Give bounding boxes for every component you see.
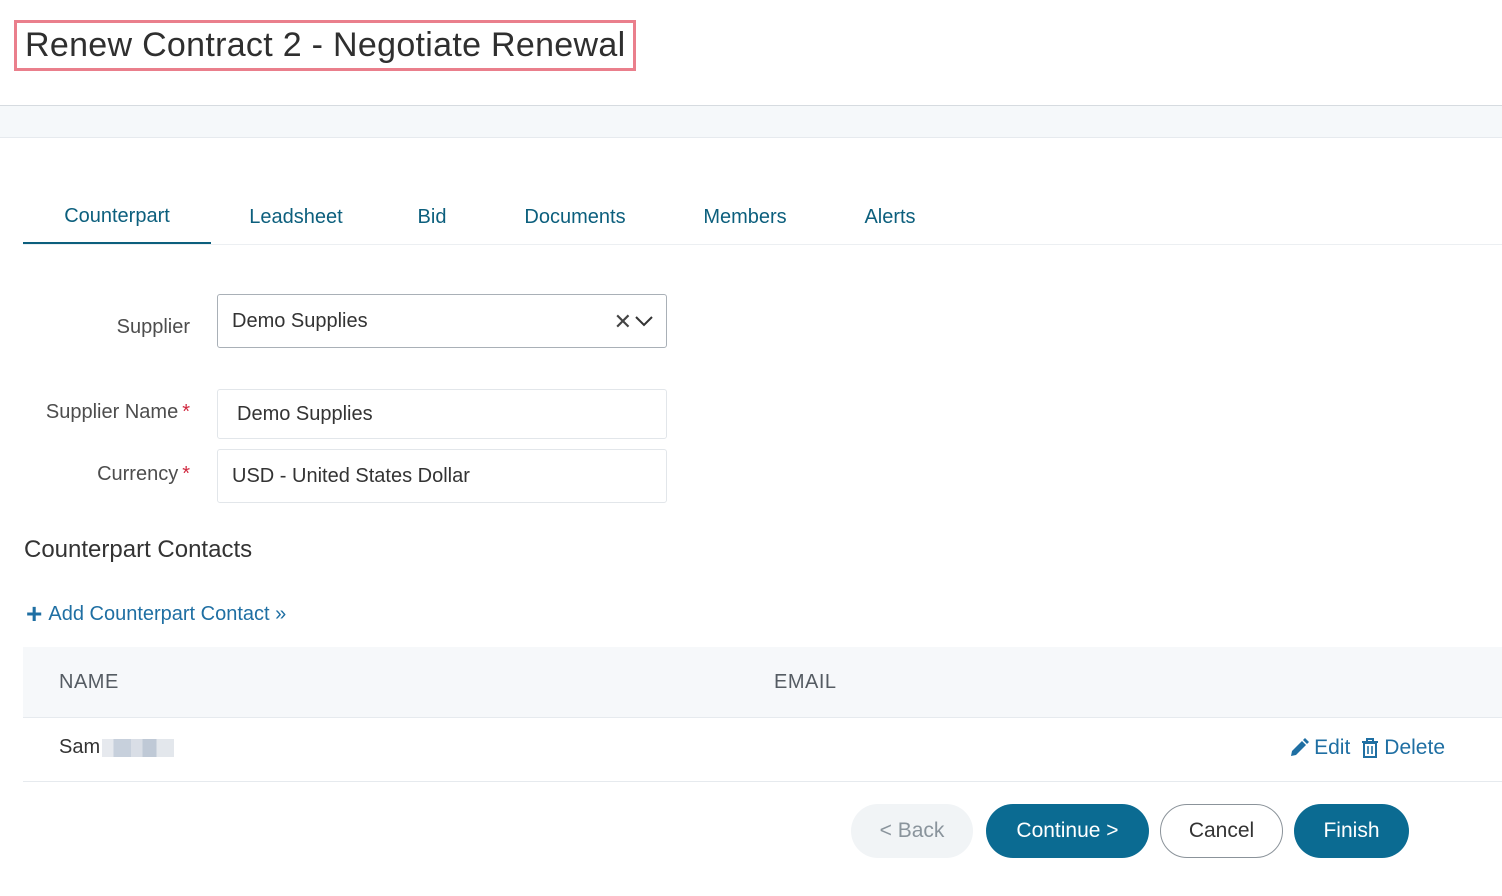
tab-bid[interactable]: Bid [395, 190, 469, 244]
contact-name-cell: Sam [59, 736, 175, 759]
edit-label: Edit [1314, 736, 1351, 759]
supplier-select[interactable]: Demo Supplies ✕ [217, 294, 667, 348]
tab-alerts[interactable]: Alerts [849, 190, 931, 244]
trash-icon [1362, 738, 1379, 758]
back-button[interactable]: < Back [851, 804, 973, 858]
tab-bar: Counterpart Leadsheet Bid Documents Memb… [23, 190, 1502, 245]
cancel-button[interactable]: Cancel [1160, 804, 1283, 858]
page-title-highlight: Renew Contract 2 - Negotiate Renewal [14, 20, 637, 71]
edit-button[interactable]: Edit [1288, 736, 1350, 760]
page-header: Renew Contract 2 - Negotiate Renewal [0, 0, 1502, 106]
delete-label: Delete [1384, 736, 1445, 759]
column-header-email: EMAIL [774, 671, 837, 693]
currency-value: USD - United States Dollar [232, 464, 470, 487]
supplier-name-label: Supplier Name * [46, 401, 190, 424]
table-row: Sam Edit Delete [23, 718, 1502, 782]
add-counterpart-contact-label: Add Counterpart Contact » [48, 602, 287, 625]
currency-label: Currency * [97, 463, 190, 486]
row-actions: Edit Delete [1288, 736, 1445, 760]
tab-leadsheet[interactable]: Leadsheet [219, 190, 373, 244]
required-marker: * [182, 401, 190, 423]
supplier-name-field[interactable]: Demo Supplies [217, 389, 667, 439]
counterpart-contacts-heading: Counterpart Contacts [24, 536, 253, 563]
currency-label-text: Currency [97, 463, 179, 485]
chevron-down-icon[interactable] [634, 314, 654, 328]
contacts-table-header: NAME EMAIL [23, 647, 1502, 718]
page-title: Renew Contract 2 - Negotiate Renewal [25, 26, 626, 64]
supplier-name-value: Demo Supplies [237, 402, 373, 425]
currency-field[interactable]: USD - United States Dollar [217, 449, 667, 503]
supplier-select-value: Demo Supplies [232, 309, 368, 332]
tab-members[interactable]: Members [687, 190, 803, 244]
clear-x-icon[interactable]: ✕ [614, 309, 632, 335]
tab-documents[interactable]: Documents [503, 190, 647, 244]
contact-name: Sam [59, 736, 101, 758]
supplier-label: Supplier [117, 316, 190, 339]
column-header-name: NAME [59, 671, 119, 693]
finish-button[interactable]: Finish [1294, 804, 1409, 858]
tab-counterpart[interactable]: Counterpart [23, 190, 211, 244]
plus-icon: + [26, 598, 43, 629]
add-counterpart-contact-link[interactable]: + Add Counterpart Contact » [26, 600, 286, 628]
continue-button[interactable]: Continue > [986, 804, 1149, 858]
supplier-name-label-text: Supplier Name [45, 401, 179, 423]
required-marker: * [182, 463, 190, 485]
header-band [0, 106, 1502, 138]
delete-button[interactable]: Delete [1360, 736, 1445, 760]
pencil-icon [1291, 738, 1310, 756]
redacted-text [102, 738, 175, 757]
supplier-label-text: Supplier [116, 316, 190, 338]
